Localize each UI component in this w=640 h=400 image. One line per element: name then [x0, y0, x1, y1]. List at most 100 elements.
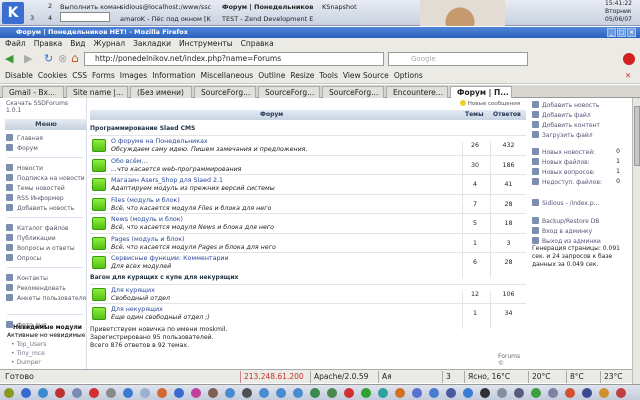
invisible-top-users[interactable]: • Top_Users	[11, 341, 46, 348]
desktop-4[interactable]: 4	[48, 14, 52, 22]
sidebar-item[interactable]: Вопросы и ответы	[6, 244, 75, 252]
reload-icon[interactable]: ↻	[44, 52, 53, 65]
home-icon[interactable]: ⌂	[71, 51, 79, 65]
stop-icon[interactable]: ⊗	[58, 52, 67, 65]
menu-help[interactable]: Справка	[241, 39, 274, 48]
forum-title-link[interactable]: News (модуль и блок)	[111, 216, 183, 223]
tab-forum[interactable]: Форум | П...	[450, 86, 512, 98]
launcher-icon[interactable]	[429, 388, 439, 398]
admin-link[interactable]: Выход из админки	[532, 237, 620, 245]
sidebar-item[interactable]: Каталог файлов	[6, 224, 68, 232]
forum-title-link[interactable]: Pages (модуль и блок)	[111, 236, 185, 243]
vertical-scrollbar[interactable]	[632, 98, 640, 385]
launcher-icon[interactable]	[497, 388, 507, 398]
weather-1[interactable]: Ясно, 16°C	[464, 371, 510, 383]
forum-title-link[interactable]: Для курящих	[111, 287, 155, 294]
forward-icon[interactable]: ▶	[24, 52, 32, 65]
wd-miscellaneous[interactable]: Miscellaneous	[201, 71, 254, 80]
weather-2[interactable]: 20°C	[528, 371, 551, 383]
launcher-icon[interactable]	[140, 388, 150, 398]
sidebar-item[interactable]: Рекомендовать	[6, 284, 66, 292]
launcher-icon[interactable]	[157, 388, 167, 398]
desktop-3[interactable]: 3	[30, 14, 34, 22]
launcher-icon[interactable]	[463, 388, 473, 398]
launcher-icon[interactable]	[4, 388, 14, 398]
launcher-icon[interactable]	[293, 388, 303, 398]
launcher-icon[interactable]	[361, 388, 371, 398]
forum-title-link[interactable]: О форуме на Понедельниках	[111, 138, 208, 145]
launcher-icon[interactable]	[38, 388, 48, 398]
tab-site-name[interactable]: Site name |...	[66, 86, 128, 98]
tab-gmail[interactable]: Gmail - Вх...	[2, 86, 64, 98]
sidebar-item[interactable]: Форум	[6, 144, 38, 152]
download-link[interactable]: Скачать SSDForums 1.0.1	[6, 100, 84, 114]
task-ksnapshot[interactable]: KSnapshot	[322, 3, 357, 11]
sidebar-item[interactable]: Главная	[6, 134, 43, 142]
url-bar[interactable]: http://ponedelnikov.net/index.php?name=F…	[84, 52, 384, 66]
launcher-icon[interactable]	[55, 388, 65, 398]
maximize-button[interactable]: □	[617, 28, 626, 37]
action-link[interactable]: Добавить новость	[532, 101, 620, 109]
launcher-icon[interactable]	[514, 388, 524, 398]
sidebar-item[interactable]: Новости	[6, 164, 43, 172]
launcher-icon[interactable]	[242, 388, 252, 398]
launcher-icon[interactable]	[174, 388, 184, 398]
launcher-icon[interactable]	[446, 388, 456, 398]
forum-title-link[interactable]: Для некурящих	[111, 306, 163, 313]
weather-4[interactable]: 23°C	[600, 371, 623, 383]
wd-options[interactable]: Options	[394, 71, 423, 80]
tab-sourceforge-3[interactable]: SourceForg...	[322, 86, 384, 98]
launcher-icon[interactable]	[616, 388, 626, 398]
mail-indicator[interactable]: 3	[442, 371, 451, 383]
launcher-icon[interactable]	[327, 388, 337, 398]
tab-encountered[interactable]: Encountere...	[386, 86, 448, 98]
launcher-icon[interactable]	[191, 388, 201, 398]
launcher-icon[interactable]	[106, 388, 116, 398]
launcher-icon[interactable]	[599, 388, 609, 398]
launcher-icon[interactable]	[344, 388, 354, 398]
wd-disable[interactable]: Disable	[5, 71, 33, 80]
tab-untitled[interactable]: (Без имени)	[130, 86, 192, 98]
tab-sourceforge-1[interactable]: SourceForg...	[194, 86, 256, 98]
forum-title-link[interactable]: Files (модуль и блок)	[111, 197, 180, 204]
task-amarok[interactable]: amaroK - Пёс под окном [K	[120, 15, 220, 23]
launcher-icon[interactable]	[89, 388, 99, 398]
launcher-icon[interactable]	[565, 388, 575, 398]
sidebar-item[interactable]: Темы новостей	[6, 184, 65, 192]
wd-forms[interactable]: Forms	[92, 71, 115, 80]
wd-css[interactable]: CSS	[72, 71, 87, 80]
action-link[interactable]: Добавить контент	[532, 121, 620, 129]
kde-menu-button[interactable]: K	[2, 2, 24, 24]
task-run[interactable]: Выполнить коман	[60, 3, 121, 11]
sidebar-item[interactable]: Анкеты пользователя	[6, 294, 86, 302]
launcher-icon[interactable]	[531, 388, 541, 398]
forum-title-link[interactable]: Обо всём...	[111, 158, 148, 165]
sidebar-item[interactable]: Опросы	[6, 254, 41, 262]
launcher-icon[interactable]	[548, 388, 558, 398]
invisible-tiny-mce[interactable]: • Tiny_mce	[11, 350, 45, 357]
menu-view[interactable]: Вид	[70, 39, 85, 48]
action-link[interactable]: Загрузить файл	[532, 131, 620, 139]
sidebar-item[interactable]: Добавить новость	[6, 204, 74, 212]
sidebar-item[interactable]: Подписка на новости	[6, 174, 85, 182]
launcher-icon[interactable]	[259, 388, 269, 398]
admin-link[interactable]: Вход в админку	[532, 227, 620, 235]
user-link[interactable]: Sidious - /index.p...	[532, 199, 620, 207]
tab-sourceforge-2[interactable]: SourceForg...	[258, 86, 320, 98]
forum-title-link[interactable]: Магазин Asers_Shop для Slaed 2.1	[111, 177, 223, 184]
back-icon[interactable]: ◀	[5, 52, 13, 65]
launcher-icon[interactable]	[21, 388, 31, 398]
launcher-icon[interactable]	[72, 388, 82, 398]
launcher-icon[interactable]	[480, 388, 490, 398]
menu-file[interactable]: Файл	[5, 39, 26, 48]
launcher-icon[interactable]	[395, 388, 405, 398]
wd-images[interactable]: Images	[120, 71, 147, 80]
keyboard-layout[interactable]: Aя	[378, 371, 392, 383]
scroll-thumb[interactable]	[634, 106, 640, 166]
invisible-dumper[interactable]: • Dumper	[11, 359, 41, 366]
weather-3[interactable]: 8°C	[566, 371, 584, 383]
launcher-icon[interactable]	[582, 388, 592, 398]
task-zend[interactable]: TEST - Zend Development E	[222, 15, 317, 23]
wd-outline[interactable]: Outline	[258, 71, 285, 80]
forum-title-link[interactable]: Сервисные функции: Комментарии	[111, 255, 229, 262]
